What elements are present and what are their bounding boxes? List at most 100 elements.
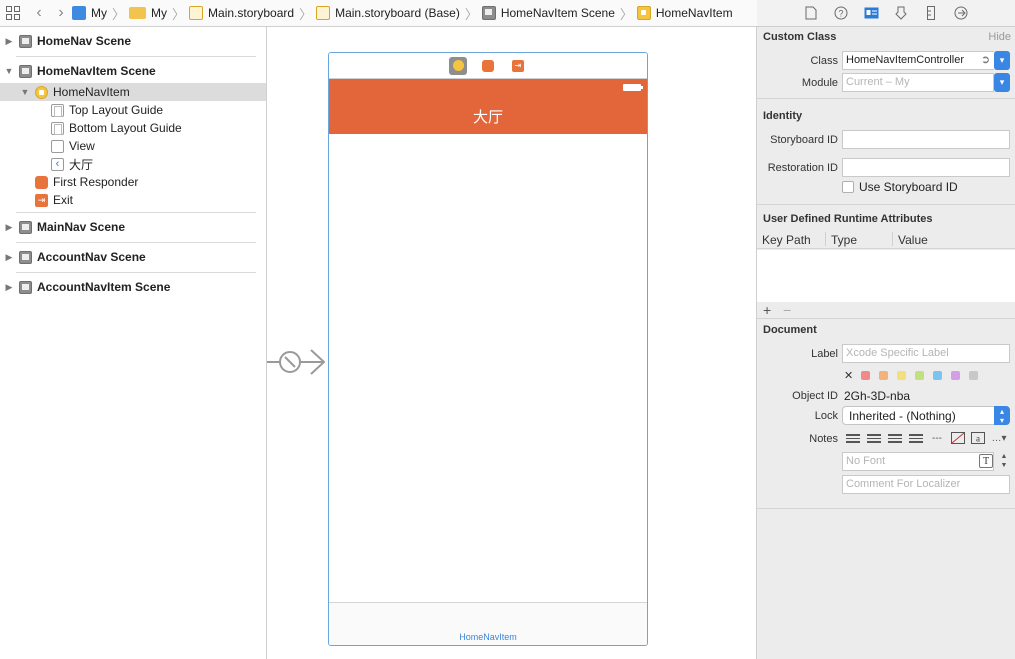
related-items-icon[interactable] — [6, 6, 20, 20]
disclosure-down-icon[interactable]: ▼ — [20, 87, 30, 97]
module-dropdown-button[interactable]: ▾ — [994, 73, 1010, 92]
breadcrumb-separator: 〉 — [619, 6, 633, 22]
identity-inspector-icon[interactable] — [862, 4, 880, 22]
custom-class-section: Custom Class Hide Class HomeNavItemContr… — [757, 27, 1015, 99]
exit-icon: ⇥ — [35, 193, 48, 207]
hide-link[interactable]: Hide — [988, 31, 1011, 43]
add-attribute-button[interactable]: + — [763, 302, 771, 318]
text-format-icon[interactable]: a — [969, 431, 987, 445]
crumb-scene[interactable]: HomeNavItem Scene — [481, 0, 617, 27]
runtime-attributes-section: User Defined Runtime Attributes Key Path… — [757, 205, 1015, 319]
color-swatch[interactable] — [951, 371, 960, 380]
color-swatch[interactable] — [897, 371, 906, 380]
outline-item-view[interactable]: View — [51, 137, 95, 155]
tab-bar-item-label[interactable]: HomeNavItem — [329, 632, 647, 642]
color-swatch[interactable] — [861, 371, 870, 380]
breadcrumb-separator: 〉 — [299, 6, 313, 22]
exit-dock-icon[interactable]: ⇥ — [509, 57, 527, 75]
project-icon — [72, 6, 86, 20]
crumb-controller[interactable]: HomeNavItem — [636, 0, 735, 27]
breadcrumb-separator: 〉 — [172, 6, 186, 22]
disclosure-right-icon[interactable]: ▶ — [4, 36, 14, 47]
crumb-folder[interactable]: My — [129, 0, 169, 27]
class-field[interactable]: HomeNavItemController — [842, 51, 994, 70]
view-icon — [51, 139, 64, 153]
attributes-inspector-icon[interactable] — [892, 4, 910, 22]
type-column[interactable]: Type — [831, 233, 857, 247]
outline-item-nav-item[interactable]: ‹ 大厅 — [51, 155, 93, 173]
align-justify-icon[interactable] — [907, 431, 925, 445]
outline-item-exit[interactable]: ⇥ Exit — [35, 191, 73, 209]
crumb-storyboard[interactable]: Main.storyboard — [189, 0, 296, 27]
use-storyboard-id-checkbox[interactable] — [842, 181, 854, 193]
lock-select[interactable]: Inherited - (Nothing) — [842, 406, 994, 425]
section-title: Custom Class — [763, 31, 837, 43]
strikethrough-box-icon[interactable] — [949, 431, 967, 445]
outline-item-bottom-layout-guide[interactable]: Bottom Layout Guide — [51, 119, 182, 137]
connections-inspector-icon[interactable] — [952, 4, 970, 22]
outline-scene-accountnav[interactable]: ▶ AccountNav Scene — [0, 248, 146, 266]
scene-icon — [481, 6, 496, 20]
outline-scene-homenav[interactable]: ▶ HomeNav Scene — [0, 32, 132, 50]
value-column[interactable]: Value — [898, 233, 928, 247]
font-picker-icon[interactable]: T — [979, 454, 993, 468]
xcode-label-field[interactable]: Xcode Specific Label — [842, 344, 1010, 363]
module-field[interactable]: Current – My — [842, 73, 994, 92]
document-section: Document Label Xcode Specific Label ✕ Ob… — [757, 319, 1015, 509]
color-swatch[interactable] — [933, 371, 942, 380]
key-path-column[interactable]: Key Path — [762, 233, 811, 247]
outline-item-top-layout-guide[interactable]: Top Layout Guide — [51, 101, 163, 119]
disclosure-down-icon[interactable]: ▼ — [4, 66, 14, 76]
outline-scene-accountnavitem[interactable]: ▶ AccountNavItem Scene — [0, 278, 171, 296]
outline-scene-homenavitem[interactable]: ▼ HomeNavItem Scene — [0, 62, 156, 80]
disclosure-right-icon[interactable]: ▶ — [4, 222, 14, 233]
align-right-icon[interactable] — [886, 431, 904, 445]
identity-section: Identity Storyboard ID Restoration ID Us… — [757, 99, 1015, 205]
class-dropdown-button[interactable]: ▾ — [994, 51, 1010, 70]
back-arrow-icon[interactable]: ‹ — [28, 4, 50, 22]
file-inspector-icon[interactable] — [802, 4, 820, 22]
view-controller-scene[interactable]: ⇥ 大厅 HomeNavItem — [328, 52, 648, 646]
navigation-bar[interactable]: 大厅 — [329, 79, 647, 134]
svg-text:?: ? — [838, 9, 843, 19]
disclosure-right-icon[interactable]: ▶ — [4, 252, 14, 263]
object-id-label: Object ID — [792, 390, 838, 402]
crumb-storyboard-base[interactable]: Main.storyboard (Base) — [316, 0, 462, 27]
color-swatch[interactable] — [915, 371, 924, 380]
size-inspector-icon[interactable] — [922, 4, 940, 22]
outline-divider — [16, 56, 256, 57]
segue-arrow-icon[interactable] — [267, 347, 327, 377]
view-controller-dock-icon[interactable] — [449, 56, 467, 75]
forward-arrow-icon[interactable]: › — [50, 4, 72, 22]
outline-scene-mainnav[interactable]: ▶ MainNav Scene — [0, 218, 126, 236]
more-options-icon[interactable]: …▾ — [990, 431, 1008, 445]
dashes-icon[interactable]: --- — [928, 431, 946, 445]
outline-item-first-responder[interactable]: First Responder — [35, 173, 138, 191]
remove-attribute-button[interactable]: − — [783, 302, 791, 318]
column-divider — [825, 232, 826, 246]
color-swatch[interactable] — [879, 371, 888, 380]
lock-stepper-icon[interactable]: ▴ ▾ — [994, 406, 1010, 425]
section-title: Document — [763, 324, 817, 336]
scene-icon — [19, 64, 32, 78]
storyboard-canvas[interactable]: ⇥ 大厅 HomeNavItem — [266, 27, 757, 659]
crumb-project[interactable]: My — [72, 0, 109, 27]
tab-bar[interactable]: HomeNavItem — [329, 602, 647, 645]
font-field[interactable]: No Font — [842, 452, 994, 471]
storyboard-id-field[interactable] — [842, 130, 1010, 149]
first-responder-dock-icon[interactable] — [479, 57, 497, 75]
align-left-icon[interactable] — [844, 431, 862, 445]
color-swatch[interactable] — [969, 371, 978, 380]
disclosure-right-icon[interactable]: ▶ — [4, 282, 14, 293]
comment-for-localizer-field[interactable]: Comment For Localizer — [842, 475, 1010, 494]
document-outline: ▶ HomeNav Scene ▼ HomeNavItem Scene ▼ Ho… — [0, 27, 266, 659]
outline-item-controller[interactable]: ▼ HomeNavItem — [0, 83, 130, 101]
runtime-attributes-table[interactable] — [757, 250, 1015, 302]
storyboard-id-label: Storyboard ID — [770, 134, 838, 146]
restoration-id-field[interactable] — [842, 158, 1010, 177]
go-to-class-icon[interactable]: ➲ — [977, 51, 994, 70]
quick-help-icon[interactable]: ? — [832, 4, 850, 22]
align-center-icon[interactable] — [865, 431, 883, 445]
font-size-stepper-icon[interactable]: ▲ ▼ — [999, 452, 1009, 471]
clear-color-button[interactable]: ✕ — [844, 369, 853, 382]
